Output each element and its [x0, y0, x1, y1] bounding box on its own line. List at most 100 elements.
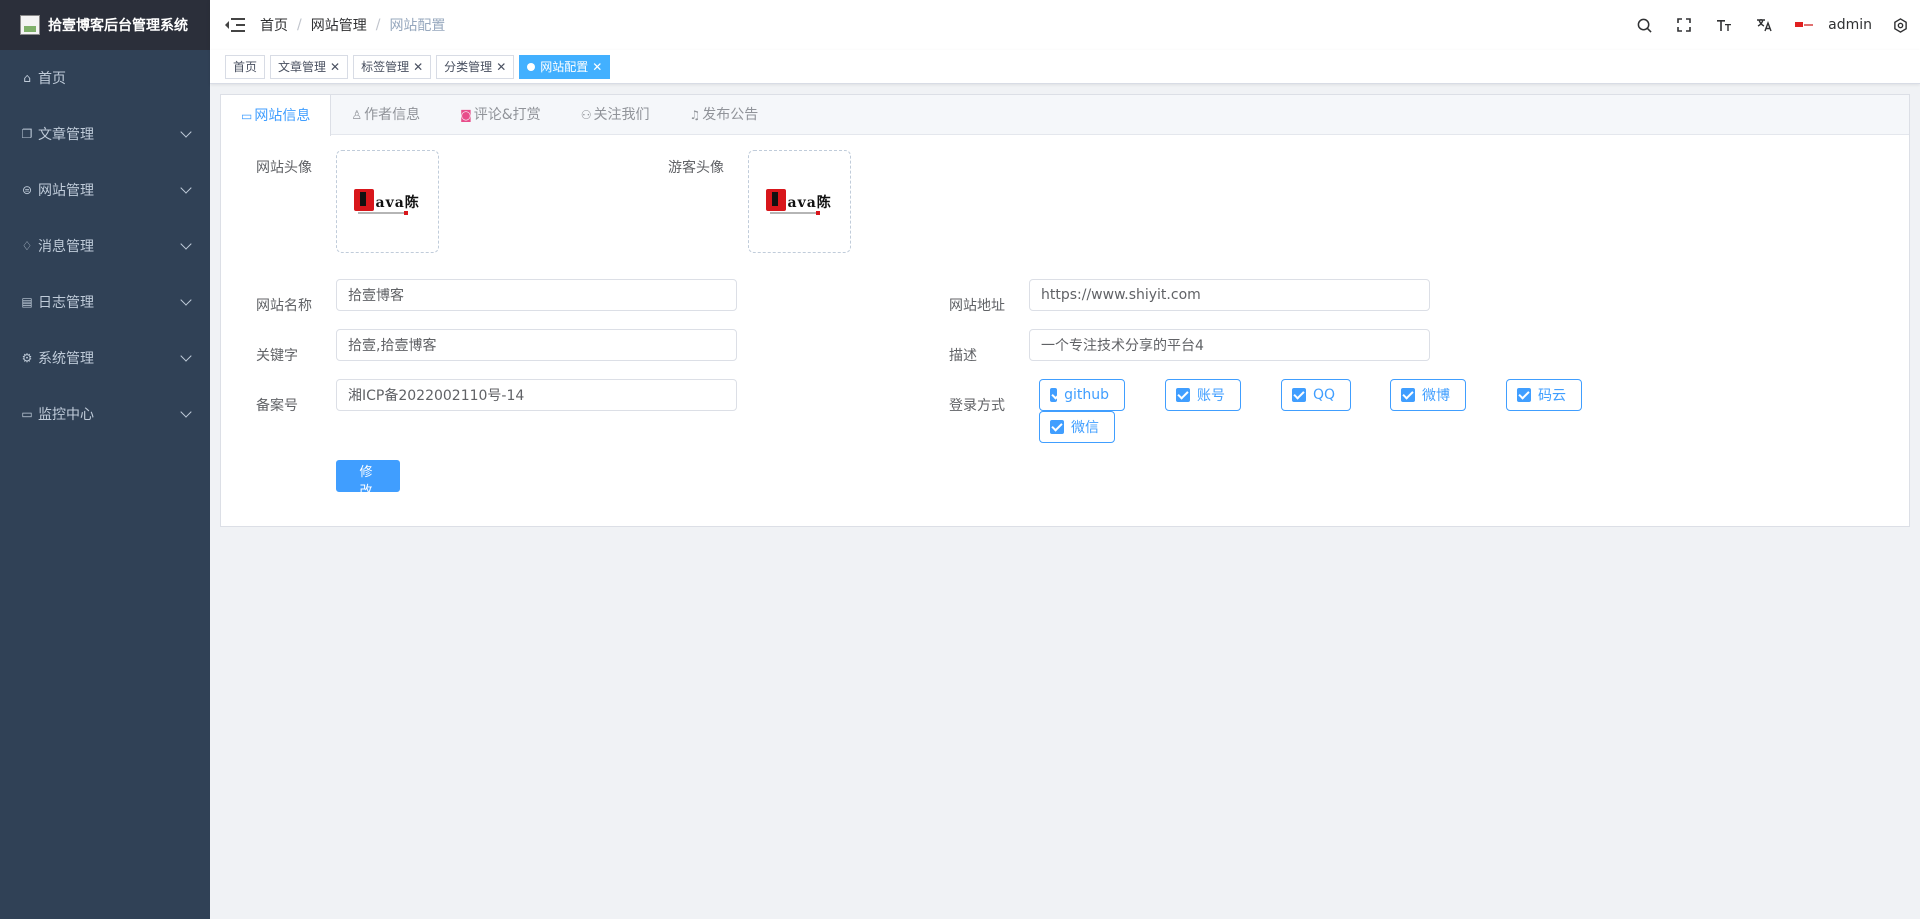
font-size-icon[interactable] — [1704, 0, 1744, 50]
description-input[interactable] — [1029, 329, 1430, 361]
users-icon: ⚇ — [580, 108, 592, 122]
sidebar: 拾壹博客后台管理系统 ⌂ 首页 ❐ 文章管理 ⊜ 网站管理 ♢ 消息管理 ▤ 日… — [0, 0, 210, 919]
sidebar-item-articles[interactable]: ❐ 文章管理 — [0, 106, 210, 162]
tab-comments-rewards[interactable]: ◙ 评论&打赏 — [440, 95, 561, 135]
navbar: 首页 / 网站管理 / 网站配置 admin — [210, 0, 1920, 50]
keywords-label: 关键字 — [256, 348, 298, 364]
submit-button[interactable]: 修 改 — [336, 460, 400, 499]
log-icon: ▤ — [21, 295, 33, 309]
tab-label: 网站信息 — [254, 107, 311, 124]
tag-label: 分类管理 — [444, 59, 493, 74]
website-icon: ⊜ — [21, 183, 33, 197]
site-url-input[interactable] — [1029, 279, 1430, 311]
tag-home[interactable]: 首页 — [225, 54, 266, 79]
tab-site-info[interactable]: ▭ 网站信息 — [221, 95, 332, 136]
tag-categories[interactable]: 分类管理 ✕ — [436, 54, 515, 79]
tags-view: 首页 文章管理 ✕ 标签管理 ✕ 分类管理 ✕ 网站配置 ✕ — [210, 50, 1920, 84]
tab-announcement[interactable]: ♫ 发布公告 — [669, 95, 778, 135]
close-icon[interactable]: ✕ — [413, 56, 423, 78]
sidebar-item-label: 监控中心 — [38, 407, 94, 423]
guest-avatar-uploader[interactable]: ava陈 — [748, 150, 851, 253]
checkbox-checked-icon — [1292, 388, 1306, 402]
checkbox-label: 账号 — [1197, 388, 1225, 404]
checkbox-checked-icon — [1176, 388, 1190, 402]
checkbox-label: 码云 — [1538, 388, 1566, 404]
close-icon[interactable]: ✕ — [330, 56, 340, 78]
logo-image — [20, 15, 40, 35]
documents-icon: ❐ — [21, 127, 33, 141]
breadcrumb-website[interactable]: 网站管理 — [311, 15, 367, 35]
config-card: ▭ 网站信息 ♙ 作者信息 ◙ 评论&打赏 ⚇ 关注我们 ♫ 发布公告 网站头像… — [220, 94, 1910, 527]
fullscreen-icon[interactable] — [1664, 0, 1704, 50]
login-checkbox-github[interactable]: github — [1039, 379, 1125, 411]
sidebar-item-logs[interactable]: ▤ 日志管理 — [0, 274, 210, 330]
site-avatar-uploader[interactable]: ava陈 — [336, 150, 439, 253]
sidebar-item-home[interactable]: ⌂ 首页 — [0, 50, 210, 106]
checkbox-label: github — [1064, 387, 1109, 403]
login-checkbox-gitee[interactable]: 码云 — [1506, 379, 1582, 411]
settings-icon[interactable] — [1880, 0, 1920, 50]
login-checkbox-wechat[interactable]: 微信 — [1039, 411, 1115, 443]
login-checkbox-qq[interactable]: QQ — [1281, 379, 1351, 411]
sidebar-item-website[interactable]: ⊜ 网站管理 — [0, 162, 210, 218]
gear-icon: ⚙ — [21, 351, 33, 365]
site-avatar-image: ava陈 — [353, 188, 422, 216]
breadcrumb: 首页 / 网站管理 / 网站配置 — [260, 15, 445, 35]
guest-avatar-label: 游客头像 — [668, 160, 724, 176]
app-title: 拾壹博客后台管理系统 — [48, 18, 188, 34]
checkbox-label: 微博 — [1422, 388, 1450, 404]
avatar-text: ava陈 — [375, 194, 420, 211]
icp-input[interactable] — [336, 379, 737, 411]
sidebar-item-system[interactable]: ⚙ 系统管理 — [0, 330, 210, 386]
checkbox-checked-icon — [1050, 420, 1064, 434]
checkbox-label: QQ — [1312, 387, 1335, 403]
keywords-input[interactable] — [336, 329, 737, 361]
bell-icon: ♢ — [21, 239, 33, 253]
tag-website-config[interactable]: 网站配置 ✕ — [519, 54, 611, 79]
chevron-down-icon — [180, 350, 192, 362]
description-label: 描述 — [949, 348, 977, 364]
tabs-header: ▭ 网站信息 ♙ 作者信息 ◙ 评论&打赏 ⚇ 关注我们 ♫ 发布公告 — [221, 95, 1909, 136]
chevron-down-icon — [180, 182, 192, 194]
breadcrumb-separator: / — [297, 17, 302, 33]
tab-author-info[interactable]: ♙ 作者信息 — [331, 95, 440, 135]
login-checkbox-weibo[interactable]: 微博 — [1390, 379, 1466, 411]
close-icon[interactable]: ✕ — [496, 56, 506, 78]
chevron-down-icon — [180, 238, 192, 250]
chevron-down-icon — [180, 126, 192, 138]
user-icon: ♙ — [351, 108, 363, 122]
checkbox-checked-icon — [1401, 388, 1415, 402]
sidebar-item-label: 网站管理 — [38, 183, 94, 199]
sidebar-item-messages[interactable]: ♢ 消息管理 — [0, 218, 210, 274]
avatar-text: ava陈 — [787, 194, 832, 211]
checkbox-checked-icon — [1050, 388, 1058, 402]
sidebar-item-monitor[interactable]: ▭ 监控中心 — [0, 386, 210, 442]
breadcrumb-home[interactable]: 首页 — [260, 15, 288, 35]
tab-label: 关注我们 — [593, 107, 650, 123]
sidebar-item-label: 消息管理 — [38, 239, 94, 255]
translate-icon[interactable] — [1744, 0, 1784, 50]
breadcrumb-current: 网站配置 — [389, 18, 446, 34]
tag-label: 首页 — [233, 59, 258, 74]
comment-icon: ◙ — [460, 108, 472, 122]
tab-label: 作者信息 — [364, 107, 421, 123]
sidebar-logo[interactable]: 拾壹博客后台管理系统 — [0, 0, 210, 50]
site-avatar-label: 网站头像 — [256, 160, 312, 176]
tab-follow-us[interactable]: ⚇ 关注我们 — [561, 95, 670, 135]
login-methods-label: 登录方式 — [949, 398, 1005, 414]
hamburger-icon[interactable] — [225, 15, 245, 35]
username[interactable]: admin — [1828, 17, 1872, 33]
flag-icon[interactable] — [1784, 0, 1824, 50]
checkbox-checked-icon — [1517, 388, 1531, 402]
tag-labels[interactable]: 标签管理 ✕ — [353, 54, 432, 79]
close-icon[interactable]: ✕ — [592, 56, 602, 78]
login-checkbox-account[interactable]: 账号 — [1165, 379, 1241, 411]
sidebar-item-label: 文章管理 — [38, 127, 94, 143]
tag-articles[interactable]: 文章管理 ✕ — [270, 54, 349, 79]
chevron-down-icon — [180, 406, 192, 418]
site-name-input[interactable] — [336, 279, 737, 311]
tab-label: 发布公告 — [702, 107, 759, 123]
site-name-label: 网站名称 — [256, 298, 312, 314]
breadcrumb-separator: / — [375, 17, 381, 33]
search-icon[interactable] — [1624, 0, 1664, 50]
